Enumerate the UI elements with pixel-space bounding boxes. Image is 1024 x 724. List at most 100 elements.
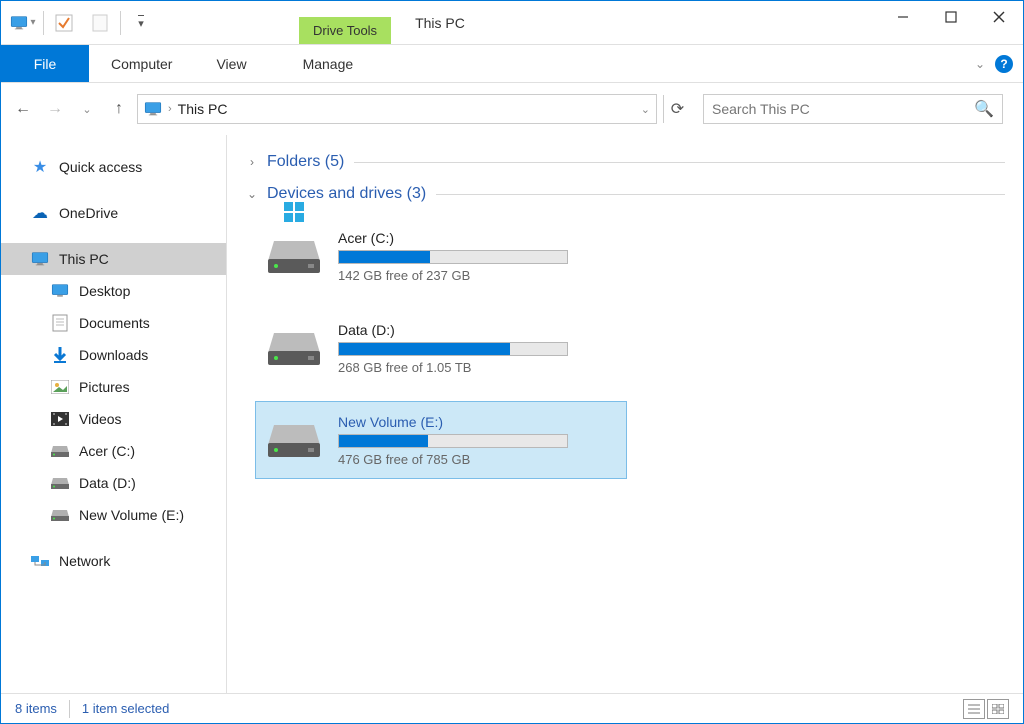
desktop-icon xyxy=(51,282,69,300)
tree-network[interactable]: Network xyxy=(1,545,226,577)
close-icon xyxy=(993,11,1005,23)
divider xyxy=(69,700,70,718)
tree-child-new-volume-e-[interactable]: New Volume (E:) xyxy=(1,499,226,531)
tree-child-data-d-[interactable]: Data (D:) xyxy=(1,467,226,499)
group-count: 5 xyxy=(330,153,339,170)
tree-child-desktop[interactable]: Desktop xyxy=(1,275,226,307)
chevron-down-icon[interactable]: ⌄ xyxy=(641,103,650,116)
drive-icon xyxy=(51,506,69,524)
chevron-down-icon: ▾ xyxy=(30,17,35,28)
file-tab[interactable]: File xyxy=(1,45,89,82)
tree-child-pictures[interactable]: Pictures xyxy=(1,371,226,403)
qat-properties-button[interactable] xyxy=(46,7,82,39)
expand-ribbon-button[interactable]: ⌄ xyxy=(975,57,985,71)
maximize-button[interactable] xyxy=(927,1,975,33)
group-label: Folders xyxy=(267,153,320,170)
ribbon-tab-view[interactable]: View xyxy=(194,45,268,82)
drive-item[interactable]: New Volume (E:) 476 GB free of 785 GB xyxy=(255,401,627,479)
back-button[interactable]: ← xyxy=(11,97,35,121)
up-button[interactable]: ↑ xyxy=(107,97,131,121)
recent-locations-button[interactable]: ⌄ xyxy=(75,97,99,121)
drive-free-text: 476 GB free of 785 GB xyxy=(338,452,616,467)
forward-button[interactable]: → xyxy=(43,97,67,121)
monitor-icon xyxy=(144,102,162,116)
tree-label: Data (D:) xyxy=(79,475,136,491)
chevron-down-icon: ▾ xyxy=(138,15,144,30)
qat-customize-button[interactable]: ▾ xyxy=(123,7,159,39)
tree-label: OneDrive xyxy=(59,205,118,221)
address-bar[interactable]: › This PC ⌄ xyxy=(137,94,657,124)
tree-label: New Volume (E:) xyxy=(79,507,184,523)
chevron-right-icon: › xyxy=(168,103,172,115)
blank-page-icon xyxy=(91,14,109,32)
quick-access-toolbar: ▾ ▾ xyxy=(1,1,163,44)
chevron-right-icon: › xyxy=(245,155,259,169)
drive-icon xyxy=(51,442,69,460)
search-box[interactable]: 🔍 xyxy=(703,94,1003,124)
divider xyxy=(354,162,1005,163)
refresh-button[interactable]: ⟳ xyxy=(663,95,691,123)
download-icon xyxy=(51,346,69,364)
minimize-button[interactable] xyxy=(879,1,927,33)
drive-icon xyxy=(266,418,322,462)
ribbon-tab-manage[interactable]: Manage xyxy=(281,45,376,82)
drive-icon xyxy=(51,474,69,492)
group-folders[interactable]: › Folders (5) xyxy=(245,153,1005,171)
drive-name: Data (D:) xyxy=(338,322,616,338)
search-input[interactable] xyxy=(712,101,974,117)
tree-child-downloads[interactable]: Downloads xyxy=(1,339,226,371)
drive-icon xyxy=(266,234,322,278)
group-count: 3 xyxy=(412,185,421,202)
network-icon xyxy=(31,552,49,570)
tree-label: Downloads xyxy=(79,347,148,363)
drive-free-text: 142 GB free of 237 GB xyxy=(338,268,616,283)
chevron-down-icon: ⌄ xyxy=(245,187,259,201)
divider xyxy=(436,194,1005,195)
drive-space-bar xyxy=(338,342,568,356)
tree-child-documents[interactable]: Documents xyxy=(1,307,226,339)
drive-space-bar xyxy=(338,434,568,448)
window-title: This PC xyxy=(415,1,465,44)
drive-name: New Volume (E:) xyxy=(338,414,616,430)
list-icon xyxy=(968,704,980,714)
tree-label: This PC xyxy=(59,251,109,267)
divider xyxy=(120,11,121,35)
picture-icon xyxy=(51,378,69,396)
help-button[interactable]: ? xyxy=(995,55,1013,73)
content-pane: › Folders (5) ⌄ Devices and drives (3) A… xyxy=(227,135,1023,693)
app-icon[interactable]: ▾ xyxy=(5,7,41,39)
tree-child-videos[interactable]: Videos xyxy=(1,403,226,435)
drive-icon xyxy=(266,326,322,370)
tree-child-acer-c-[interactable]: Acer (C:) xyxy=(1,435,226,467)
drive-item[interactable]: Data (D:) 268 GB free of 1.05 TB xyxy=(255,309,627,387)
minimize-icon xyxy=(897,11,909,23)
checkbox-icon xyxy=(55,14,73,32)
drive-name: Acer (C:) xyxy=(338,230,616,246)
drive-item[interactable]: Acer (C:) 142 GB free of 237 GB xyxy=(255,217,627,295)
tree-onedrive[interactable]: ☁ OneDrive xyxy=(1,197,226,229)
ribbon-tab-computer[interactable]: Computer xyxy=(89,45,194,82)
divider xyxy=(43,11,44,35)
monitor-icon xyxy=(10,16,28,30)
close-button[interactable] xyxy=(975,1,1023,33)
tree-quick-access[interactable]: ★ Quick access xyxy=(1,151,226,183)
qat-newfolder-button[interactable] xyxy=(82,7,118,39)
drive-space-bar xyxy=(338,250,568,264)
view-details-button[interactable] xyxy=(963,699,985,719)
maximize-icon xyxy=(945,11,957,23)
tree-label: Quick access xyxy=(59,159,142,175)
tree-label: Pictures xyxy=(79,379,130,395)
grid-icon xyxy=(992,704,1004,714)
video-icon xyxy=(51,410,69,428)
tree-label: Network xyxy=(59,553,110,569)
view-large-icons-button[interactable] xyxy=(987,699,1009,719)
cloud-icon: ☁ xyxy=(31,204,49,222)
breadcrumb-thispc[interactable]: This PC xyxy=(178,101,228,117)
drive-free-text: 268 GB free of 1.05 TB xyxy=(338,360,616,375)
monitor-icon xyxy=(31,252,49,266)
group-drives[interactable]: ⌄ Devices and drives (3) xyxy=(245,185,1005,203)
navigation-pane: ★ Quick access ☁ OneDrive This PC Deskto… xyxy=(1,135,227,693)
tree-label: Videos xyxy=(79,411,122,427)
tree-this-pc[interactable]: This PC xyxy=(1,243,226,275)
star-icon: ★ xyxy=(31,158,49,176)
